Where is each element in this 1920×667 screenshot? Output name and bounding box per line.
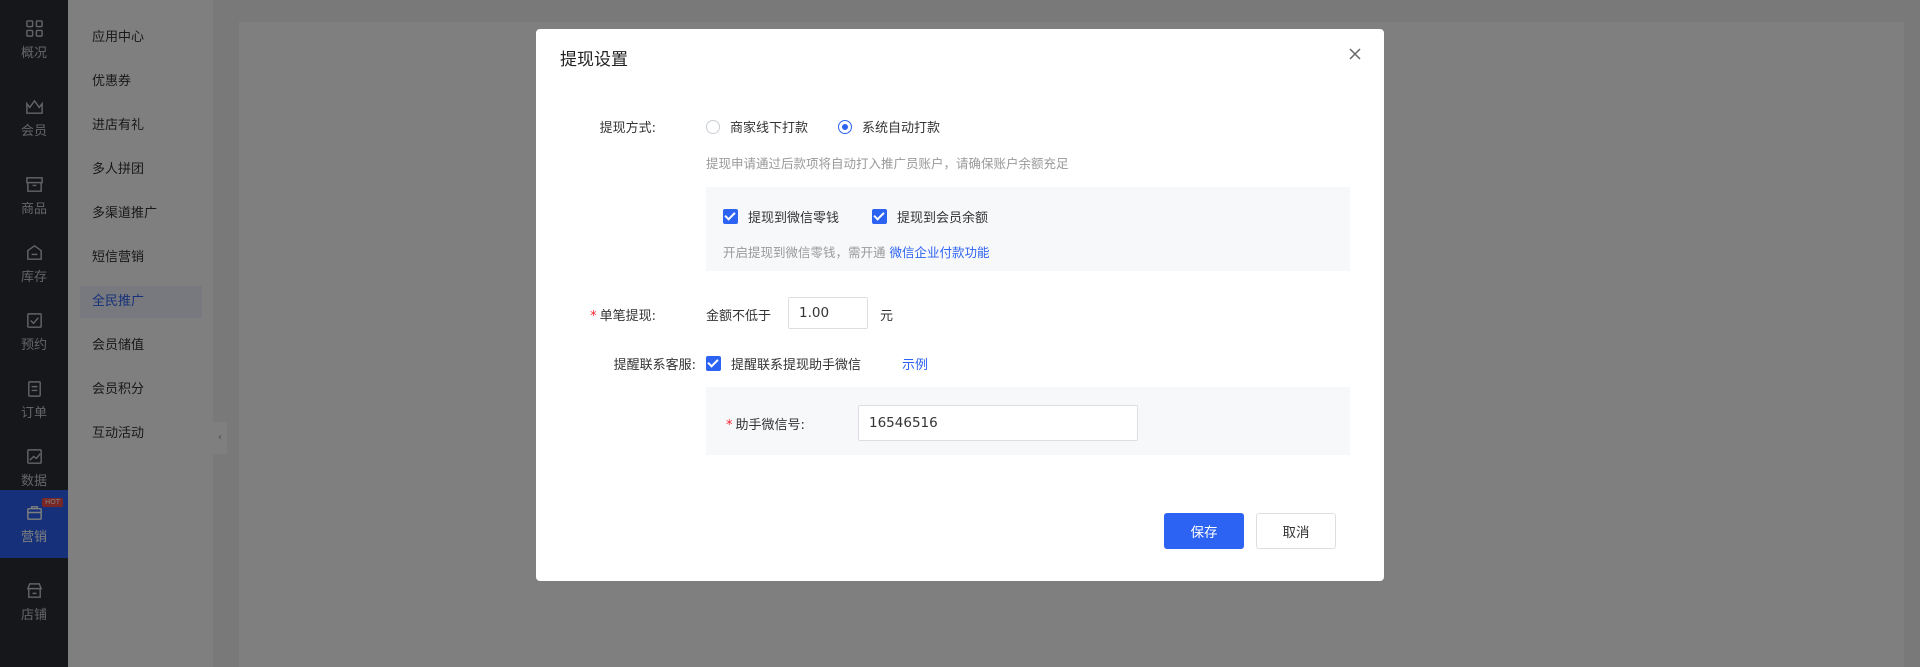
checkbox-checked [723,209,738,224]
min-amount-prefix: 金额不低于 [706,309,772,324]
min-amount-unit: 元 [880,309,894,324]
dialog-title: 提现设置 [560,50,628,70]
checkbox-label: 提现到微信零钱 [748,211,840,226]
close-icon[interactable] [1346,45,1364,63]
required-mark: * [590,309,597,324]
checkbox-member-balance[interactable]: 提现到会员余额 [872,207,988,226]
checkbox-remind-assistant[interactable]: 提醒联系提现助手微信 [706,354,861,373]
required-mark: * [726,418,733,433]
single-withdraw-label-text: 单笔提现: [599,309,656,324]
checkbox-label: 提现到会员余额 [897,211,989,226]
single-withdraw-label: * 单笔提现: [556,305,656,324]
radio-label: 商家线下打款 [730,121,809,136]
radio-offline-payment[interactable]: 商家线下打款 [706,117,808,136]
example-link[interactable]: 示例 [902,354,928,373]
radio-circle [706,119,720,134]
auto-payment-hint: 提现申请通过后款项将自动打入推广员账户，请确保账户余额充足 [706,156,1069,171]
wechat-payout-hint: 开启提现到微信零钱，需开通 微信企业付款功能 [723,242,990,261]
withdraw-settings-dialog: 提现设置 提现方式: 商家线下打款 系统自动打款 提现申请通过后款项将自动打入推… [536,29,1384,581]
save-button[interactable]: 保存 [1164,513,1244,549]
wechat-hint-text: 开启提现到微信零钱，需开通 [723,245,886,260]
checkbox-checked [872,209,887,224]
withdraw-method-label: 提现方式: [599,121,656,136]
checkbox-wechat-change[interactable]: 提现到微信零钱 [723,207,839,226]
assistant-wechat-label-text: 助手微信号: [735,418,805,433]
wechat-enterprise-payment-link[interactable]: 微信企业付款功能 [890,245,990,260]
cancel-button[interactable]: 取消 [1256,513,1336,549]
min-amount-input[interactable]: 1.00 [788,297,868,329]
checkbox-label: 提醒联系提现助手微信 [731,358,862,373]
radio-label: 系统自动打款 [862,121,941,136]
remind-service-label: 提醒联系客服: [613,358,696,373]
radio-auto-payment[interactable]: 系统自动打款 [838,117,940,136]
radio-circle-selected [838,119,852,134]
assistant-wechat-label: * 助手微信号: [726,414,805,433]
checkbox-checked [706,356,721,371]
assistant-wechat-input[interactable]: 16546516 [858,405,1138,441]
